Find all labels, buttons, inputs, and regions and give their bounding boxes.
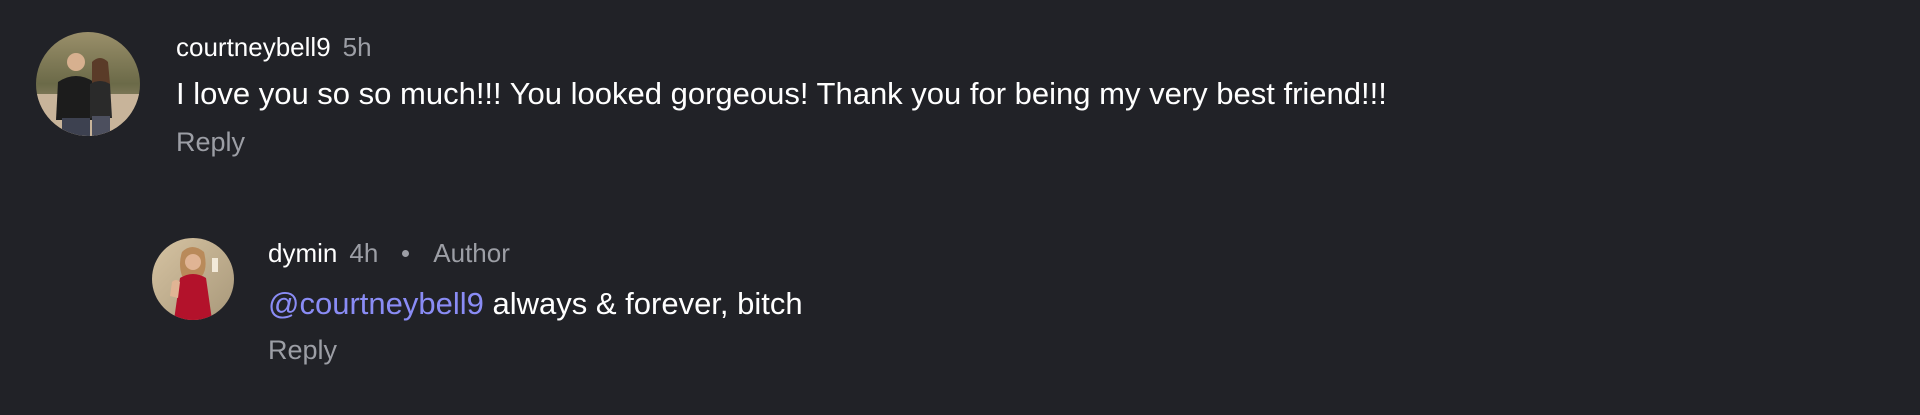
comment: courtneybell9 5h I love you so so much!!… <box>36 32 1387 158</box>
reply-button[interactable]: Reply <box>176 126 1387 158</box>
timestamp: 5h <box>342 32 372 62</box>
comment-meta: courtneybell9 5h <box>176 32 1387 62</box>
comment-body: dymin 4h Author @courtneybell9 always & … <box>268 238 803 366</box>
user-avatar-icon <box>36 32 140 136</box>
user-avatar-icon <box>152 238 234 320</box>
comment-text-content: always & forever, bitch <box>483 286 803 321</box>
timestamp: 4h <box>349 238 379 268</box>
comment-body: courtneybell9 5h I love you so so much!!… <box>176 32 1387 158</box>
comment-text: @courtneybell9 always & forever, bitch <box>268 284 803 324</box>
avatar[interactable] <box>152 238 234 320</box>
mention-link[interactable]: @courtneybell9 <box>268 286 484 321</box>
reply-button[interactable]: Reply <box>268 334 803 366</box>
avatar[interactable] <box>36 32 140 136</box>
comment-text: I love you so so much!!! You looked gorg… <box>176 76 1387 111</box>
username[interactable]: dymin <box>268 238 337 268</box>
username[interactable]: courtneybell9 <box>176 32 331 62</box>
comment-meta: dymin 4h Author <box>268 238 803 268</box>
author-badge: Author <box>433 238 510 268</box>
separator-dot <box>402 249 410 257</box>
reply-comment: dymin 4h Author @courtneybell9 always & … <box>152 238 803 366</box>
